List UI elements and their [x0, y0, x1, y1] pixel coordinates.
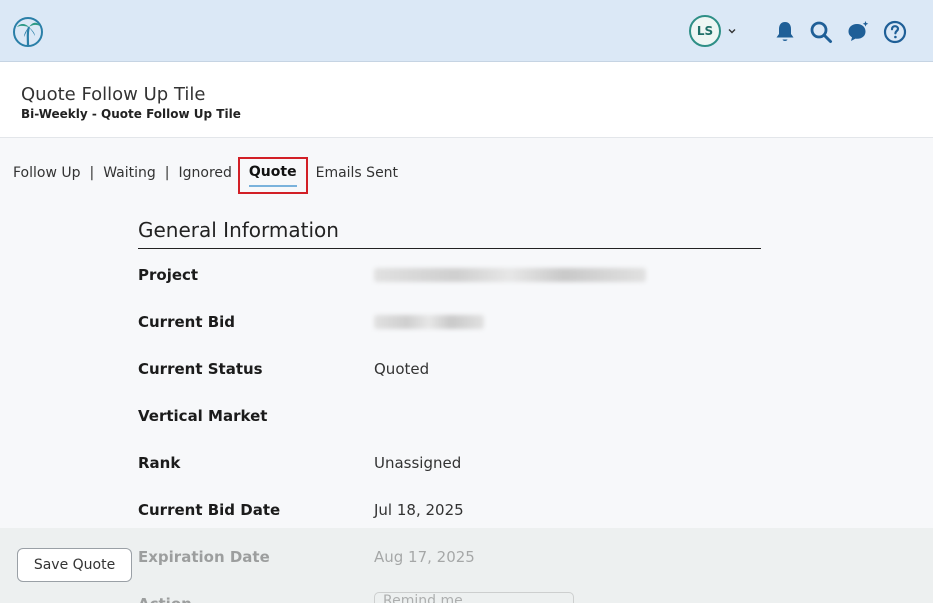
- general-information-section: General Information Project Current Bid …: [138, 218, 761, 519]
- chat-ai-icon[interactable]: [846, 20, 870, 44]
- tab-ignored[interactable]: Ignored: [179, 165, 232, 181]
- info-row-vertical-market: Vertical Market: [138, 404, 761, 428]
- avatar[interactable]: LS: [689, 15, 721, 47]
- tab-separator: |: [89, 164, 95, 181]
- bell-icon[interactable]: [773, 20, 797, 44]
- action-select[interactable]: Remind me: [374, 592, 574, 603]
- info-row-expiration-date: Expiration Date Aug 17, 2025: [138, 545, 761, 569]
- user-menu[interactable]: LS: [689, 15, 738, 47]
- page-header: Quote Follow Up Tile Bi-Weekly - Quote F…: [0, 62, 933, 138]
- tab-quote[interactable]: Quote: [248, 164, 297, 187]
- field-label: Current Bid Date: [138, 501, 281, 519]
- top-bar: LS: [0, 0, 933, 62]
- field-value: Aug 17, 2025: [374, 548, 475, 566]
- section-title: General Information: [138, 218, 761, 249]
- redacted-bid-value: [374, 315, 484, 329]
- search-icon[interactable]: [809, 20, 833, 44]
- tab-quote-highlight: Quote: [237, 157, 308, 194]
- page-title: Quote Follow Up Tile: [21, 84, 206, 105]
- page-subtitle: Bi-Weekly - Quote Follow Up Tile: [21, 107, 241, 121]
- help-icon[interactable]: [883, 20, 907, 44]
- info-row-current-bid-date: Current Bid Date Jul 18, 2025: [138, 498, 761, 522]
- field-label: Action: [138, 595, 374, 603]
- tab-waiting[interactable]: Waiting: [103, 165, 156, 181]
- field-label: Project: [138, 266, 199, 284]
- tab-separator: |: [164, 164, 170, 181]
- field-value: Jul 18, 2025: [374, 501, 464, 519]
- field-value: Unassigned: [374, 454, 462, 472]
- field-label: Current Status: [138, 360, 263, 378]
- info-row-current-bid: Current Bid: [138, 310, 761, 334]
- info-row-current-status: Current Status Quoted: [138, 357, 761, 381]
- chevron-down-icon[interactable]: [726, 25, 738, 37]
- redacted-project-value: [374, 268, 646, 282]
- tab-emails-sent[interactable]: Emails Sent: [316, 165, 398, 181]
- save-quote-button[interactable]: Save Quote: [17, 548, 132, 582]
- palm-tree-logo-icon[interactable]: [12, 16, 44, 48]
- field-label: Rank: [138, 454, 181, 472]
- tab-follow-up[interactable]: Follow Up: [13, 165, 81, 181]
- field-value: Quoted: [374, 360, 430, 378]
- field-label: Vertical Market: [138, 407, 268, 425]
- field-label: Current Bid: [138, 313, 236, 331]
- tab-bar: Follow Up | Waiting | Ignored Quote Emai…: [13, 151, 398, 194]
- info-row-rank: Rank Unassigned: [138, 451, 761, 475]
- info-row-project: Project: [138, 263, 761, 287]
- field-label: Expiration Date: [138, 548, 270, 566]
